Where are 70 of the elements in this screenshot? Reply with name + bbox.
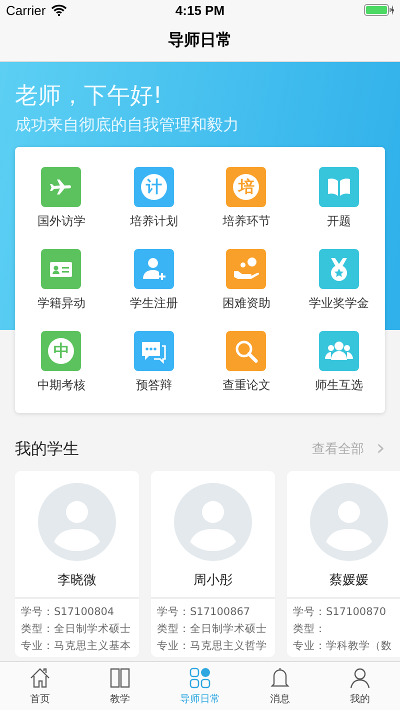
section-title: 我的学生: [15, 438, 79, 460]
feature-label: 困难资助: [222, 295, 270, 311]
people-icon: [318, 331, 359, 371]
feature-label: 培养环节: [222, 213, 270, 229]
student-name: 蔡媛媛: [330, 572, 368, 589]
person-icon: [348, 666, 372, 690]
feature-label: 开题: [326, 213, 351, 229]
feature-item[interactable]: 师生互选: [292, 331, 385, 393]
student-detail: 专业：学科教学（数: [293, 639, 393, 653]
book-icon: [318, 167, 359, 207]
tab-item[interactable]: 我的: [320, 662, 400, 710]
feature-item[interactable]: 计 培养计划: [108, 167, 200, 229]
character-icon: 培: [226, 167, 266, 207]
tab-item[interactable]: 消息: [240, 662, 320, 710]
battery-icon: [364, 4, 394, 16]
coin-hand-icon: [226, 249, 266, 289]
tab-item[interactable]: 教学: [80, 662, 160, 710]
feature-item[interactable]: 学业奖学金: [292, 249, 385, 311]
home-icon: [28, 666, 52, 690]
feature-item[interactable]: 中 中期考核: [15, 331, 108, 393]
feature-label: 查重论文: [222, 377, 270, 393]
greeting-text: 老师，下午好!: [15, 82, 164, 111]
feature-item[interactable]: 学生注册: [108, 249, 200, 311]
search-icon: [226, 331, 266, 371]
feature-item[interactable]: 预答辩: [108, 331, 200, 393]
student-card[interactable]: 周小彤 学号：S17100867 类型：全日制学术硕士 专业：马克思主义哲学: [151, 471, 275, 657]
id-card-icon: [41, 249, 82, 289]
character-icon: 计: [134, 167, 174, 207]
feature-label: 培养计划: [130, 213, 178, 229]
feature-item[interactable]: 困难资助: [200, 249, 292, 311]
avatar-icon: [174, 483, 252, 561]
medal-icon: [318, 249, 359, 289]
grid-icon: [188, 666, 212, 690]
chat-icon: [134, 331, 174, 371]
feature-label: 国外访学: [37, 213, 86, 229]
student-name: 李晓微: [58, 572, 96, 589]
feature-item[interactable]: 查重论文: [200, 331, 292, 393]
book-icon: [108, 666, 132, 690]
student-detail: 类型：全日制学术硕士: [21, 622, 132, 636]
feature-label: 预答辩: [136, 377, 172, 393]
character-icon: 中: [41, 331, 82, 371]
avatar-icon: [38, 483, 116, 561]
avatar-icon: [310, 483, 388, 561]
motto-text: 成功来自彻底的自我管理和毅力: [15, 114, 240, 136]
student-detail: 专业：马克思主义哲学: [157, 639, 268, 653]
feature-label: 师生互选: [314, 377, 363, 393]
feature-label: 学籍异动: [37, 295, 86, 311]
student-name: 周小彤: [194, 572, 232, 589]
add-user-icon: [134, 249, 174, 289]
page-title: 导师日常: [168, 30, 232, 51]
wifi-icon: [50, 4, 67, 16]
feature-label: 中期考核: [37, 377, 86, 393]
status-time: 4:15 PM: [175, 2, 225, 18]
student-detail: 专业：马克思主义基本: [21, 639, 132, 653]
feature-item[interactable]: 培 培养环节: [200, 167, 292, 229]
student-detail: 学号：S17100804: [21, 605, 116, 619]
feature-item[interactable]: 学籍异动: [15, 249, 108, 311]
student-detail: 学号：S17100870: [293, 605, 388, 619]
student-detail: 学号：S17100867: [157, 605, 252, 619]
tab-item[interactable]: 首页: [0, 662, 80, 710]
carrier-label: Carrier: [6, 2, 46, 18]
feature-label: 学业奖学金: [308, 295, 369, 311]
student-card[interactable]: 蔡媛媛 学号：S17100870 类型： 专业：学科教学（数: [287, 471, 400, 657]
feature-item[interactable]: 国外访学: [15, 167, 108, 229]
student-card[interactable]: 李晓微 学号：S17100804 类型：全日制学术硕士 专业：马克思主义基本: [15, 471, 139, 657]
airplane-icon: [41, 167, 82, 207]
student-detail: 类型：: [293, 622, 327, 636]
feature-item[interactable]: 开题: [292, 167, 385, 229]
student-detail: 类型：全日制学术硕士: [157, 622, 268, 636]
feature-label: 学生注册: [130, 295, 178, 311]
